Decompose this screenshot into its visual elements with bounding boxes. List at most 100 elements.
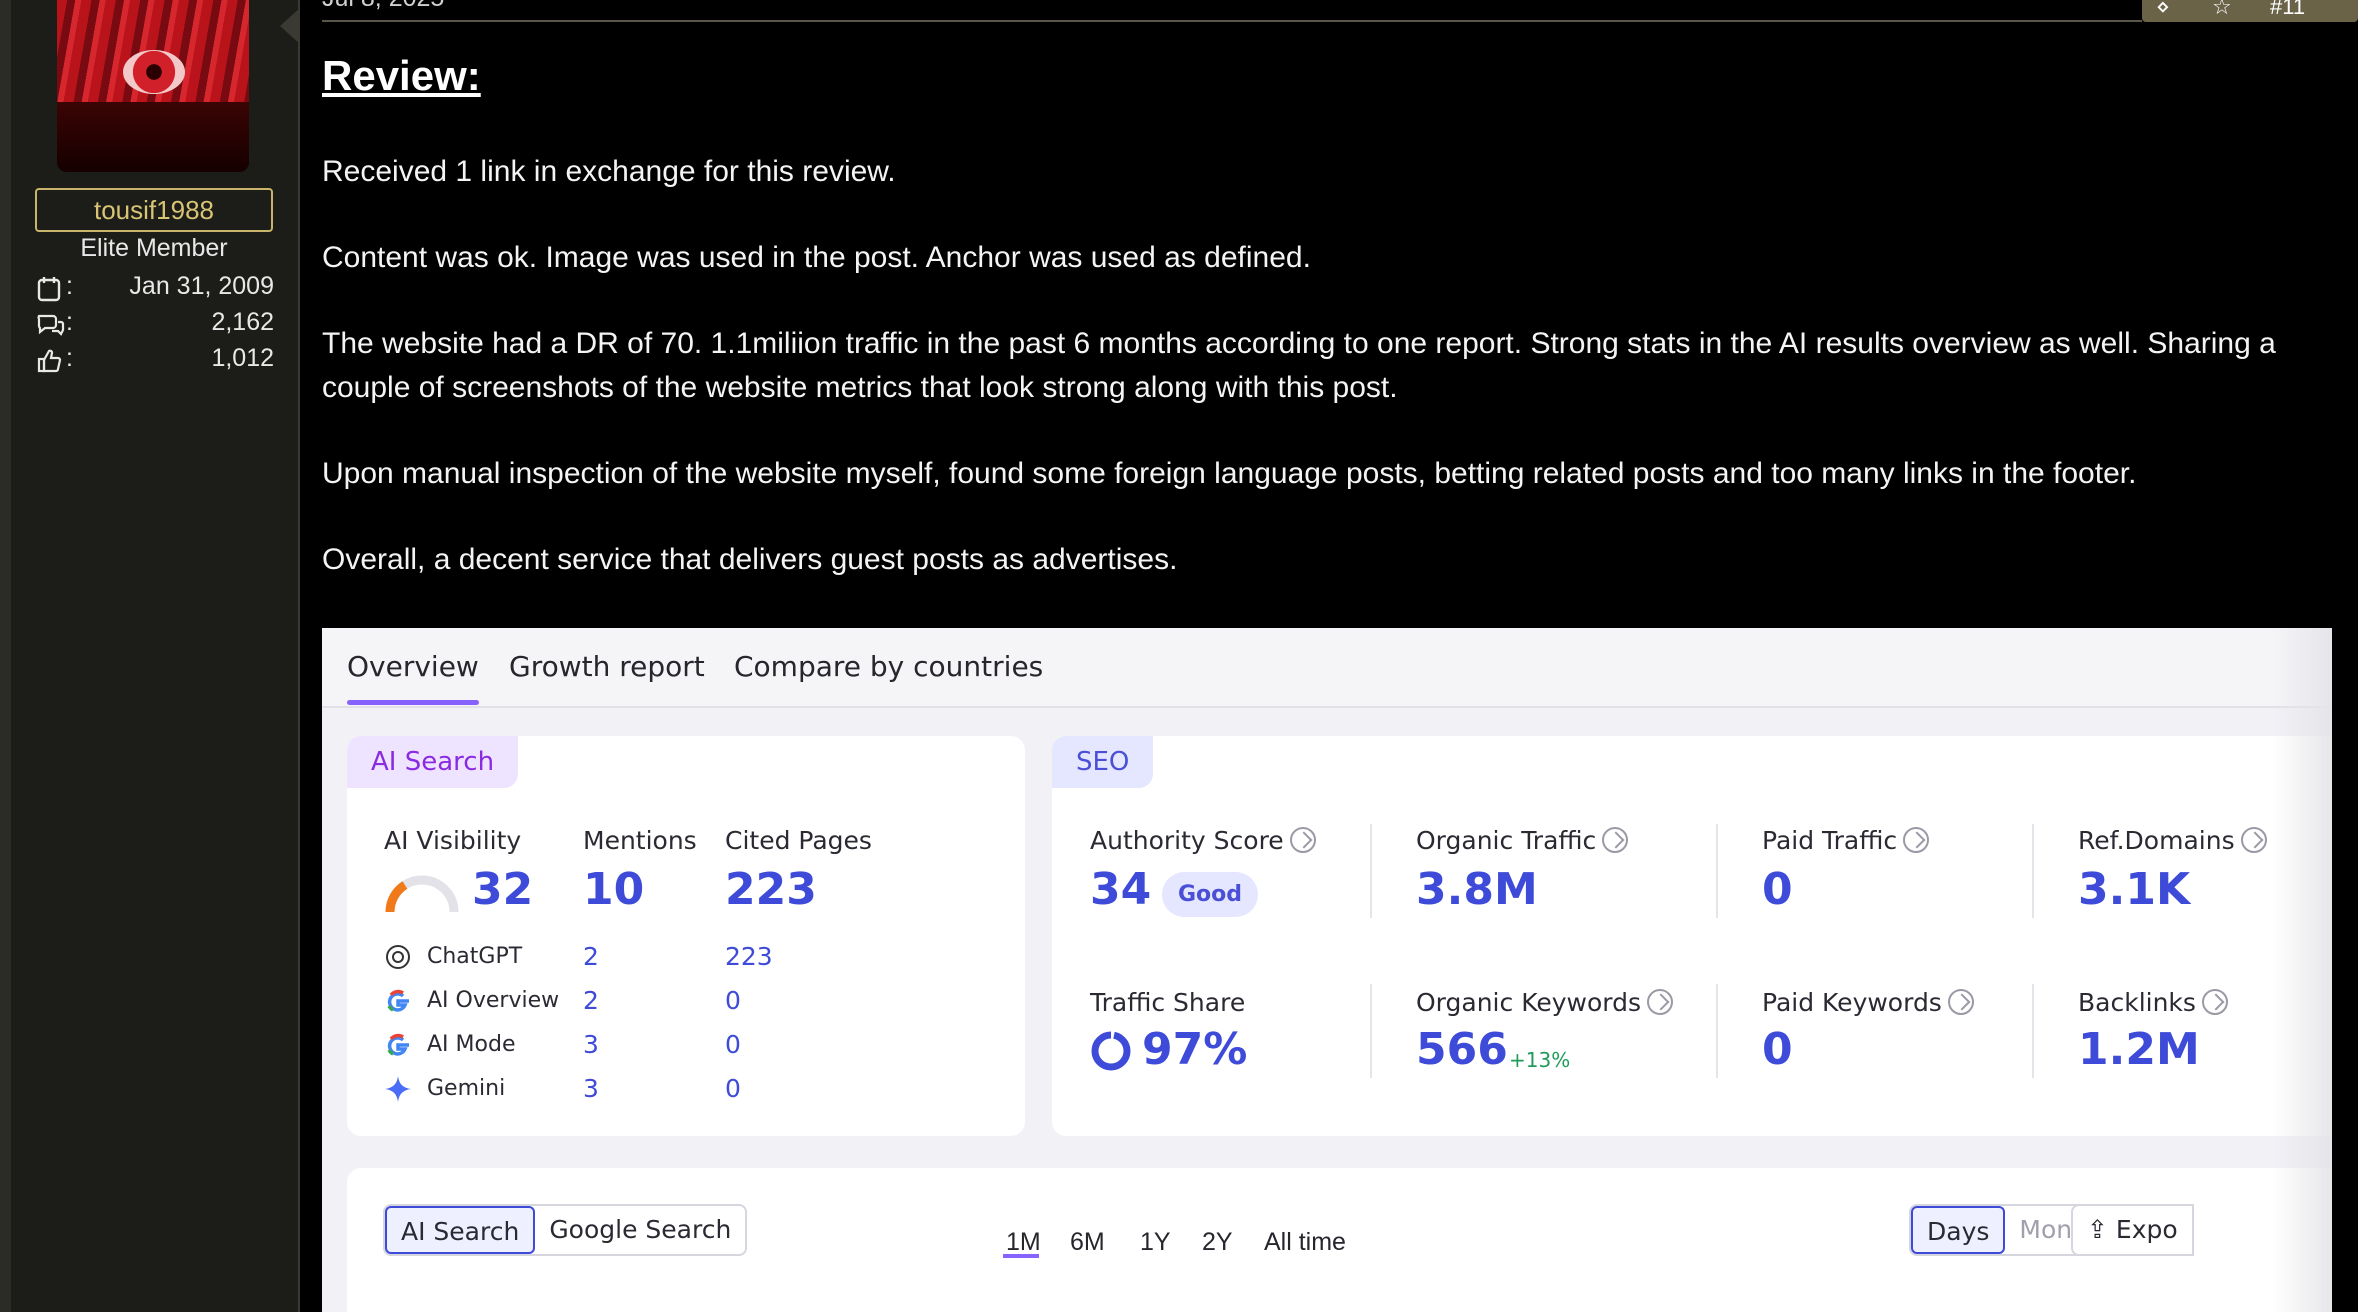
post-paragraph: Received 1 link in exchange for this rev… [322, 155, 896, 188]
tab-google-search[interactable]: Google Search [535, 1206, 745, 1254]
stat-value: 1,012 [211, 344, 274, 372]
ai-search-chip: AI Search [347, 736, 519, 788]
post-paragraph: The website had a DR of 70. 1.1miliion t… [322, 327, 2276, 404]
traffic-share-ring-icon [1091, 1031, 1131, 1071]
divider [2032, 824, 2034, 918]
divider [1370, 984, 1372, 1078]
share-icon[interactable]: ⋄ [2156, 0, 2170, 20]
traffic-share-value: 97% [1142, 1024, 1248, 1075]
avatar-face [57, 102, 249, 172]
authority-score-label: Authority Score [1090, 826, 1316, 855]
divider [1716, 984, 1718, 1078]
range-1y[interactable]: 1Y [1140, 1228, 1171, 1257]
stat-value: Jan 31, 2009 [129, 272, 274, 300]
divider [2032, 984, 2034, 1078]
avatar[interactable] [57, 0, 249, 172]
tab-compare-countries[interactable]: Compare by countries [734, 650, 1043, 683]
export-label: ⇪ Expo [2073, 1206, 2192, 1254]
seo-card: SEO Authority Score 34 Good Organic Traf… [1052, 736, 2332, 1136]
post-actions: ⋄ ☆ #11 [2142, 0, 2358, 22]
organic-keywords-label: Organic Keywords [1416, 988, 1673, 1017]
days-button[interactable]: Days [1911, 1206, 2006, 1254]
engine-mentions: 3 [583, 1074, 599, 1103]
engine-name: AI Overview [427, 988, 560, 1013]
source-toggle: AI Search Google Search [383, 1204, 748, 1256]
info-icon[interactable] [1947, 989, 1974, 1015]
info-icon[interactable] [1602, 827, 1629, 853]
export-button[interactable]: ⇪ Expo [2071, 1204, 2194, 1256]
avatar-eye [123, 50, 185, 94]
post-paragraph: Content was ok. Image was used in the po… [322, 241, 1311, 274]
organic-traffic-value: 3.8M [1416, 864, 1538, 915]
export-text: Expo [2115, 1215, 2178, 1244]
gemini-icon [385, 1076, 411, 1102]
divider [1716, 824, 1718, 918]
mentions-value: 10 [583, 864, 645, 915]
stat-reactions: : 1,012 [36, 344, 274, 380]
panel-stripe [0, 0, 11, 1312]
paid-keywords-label: Paid Keywords [1762, 988, 1974, 1017]
screenshot-tabs: Overview Growth report Compare by countr… [322, 628, 2332, 708]
range-6m[interactable]: 6M [1070, 1228, 1105, 1257]
engine-name: ChatGPT [427, 944, 523, 969]
engine-name: AI Mode [427, 1032, 516, 1057]
backlinks-value: 1.2M [2078, 1024, 2200, 1075]
engine-mentions: 2 [583, 986, 599, 1015]
cited-pages-value: 223 [725, 864, 817, 915]
stat-colon: : [66, 308, 73, 336]
engine-mentions: 2 [583, 942, 599, 971]
calendar-icon [37, 277, 61, 302]
post-paragraph: Overall, a decent service that delivers … [322, 543, 1178, 576]
stat-colon: : [66, 344, 73, 372]
tab-ai-search[interactable]: AI Search [385, 1206, 536, 1254]
gauge-fill [385, 881, 408, 913]
engine-name: Gemini [427, 1076, 506, 1101]
post-paragraph: Upon manual inspection of the website my… [322, 457, 2137, 490]
ai-visibility-value: 32 [472, 864, 534, 915]
message-pointer [280, 8, 300, 44]
range-2y[interactable]: 2Y [1202, 1228, 1233, 1257]
range-1m[interactable]: 1M [1006, 1228, 1041, 1257]
organic-keywords-delta: +13% [1509, 1048, 1571, 1072]
stat-joined: : Jan 31, 2009 [36, 272, 274, 308]
authority-score-value: 34 [1090, 864, 1152, 915]
range-all-time[interactable]: All time [1264, 1228, 1346, 1257]
info-icon[interactable] [1289, 827, 1316, 853]
seo-chip: SEO [1052, 736, 1154, 788]
bookmark-icon[interactable]: ☆ [2212, 0, 2232, 20]
stat-messages: : 2,162 [36, 308, 274, 344]
ai-visibility-label: AI Visibility [384, 826, 522, 855]
user-title: Elite Member [80, 234, 228, 262]
info-icon[interactable] [2201, 989, 2228, 1015]
paid-traffic-value: 0 [1762, 864, 1793, 915]
authority-badge: Good [1162, 872, 1259, 917]
metrics-screenshot[interactable]: Overview Growth report Compare by countr… [322, 628, 2332, 1312]
ref-domains-value: 3.1K [2078, 864, 2191, 915]
tab-growth-report[interactable]: Growth report [509, 650, 705, 683]
info-icon[interactable] [1903, 827, 1930, 853]
username[interactable]: tousif1988 [35, 188, 273, 232]
ref-domains-label: Ref.Domains [2078, 826, 2267, 855]
backlinks-label: Backlinks [2078, 988, 2228, 1017]
stat-value: 2,162 [211, 308, 274, 336]
post-header-divider [322, 20, 2142, 22]
mentions-label: Mentions [583, 826, 697, 855]
google-icon [387, 989, 409, 1012]
engine-cited: 0 [725, 1074, 741, 1103]
review-heading: Review: [322, 52, 481, 99]
info-icon[interactable] [1647, 989, 1673, 1015]
chatgpt-icon [386, 945, 410, 969]
engine-mentions: 3 [583, 1030, 599, 1059]
messages-icon [37, 314, 65, 336]
thumbs-up-icon [37, 349, 62, 373]
export-icon: ⇪ [2087, 1215, 2116, 1244]
visibility-gauge [385, 875, 459, 913]
post-number[interactable]: #11 [2270, 0, 2305, 20]
paid-keywords-value: 0 [1762, 1024, 1793, 1075]
post-date[interactable]: Jul 8, 2025 [322, 0, 444, 13]
paid-traffic-label: Paid Traffic [1762, 826, 1930, 855]
tab-overview[interactable]: Overview [347, 650, 479, 683]
info-icon[interactable] [2240, 827, 2267, 853]
post-body: Review: Received 1 link in exchange for … [322, 46, 2342, 624]
stat-colon: : [66, 272, 73, 300]
